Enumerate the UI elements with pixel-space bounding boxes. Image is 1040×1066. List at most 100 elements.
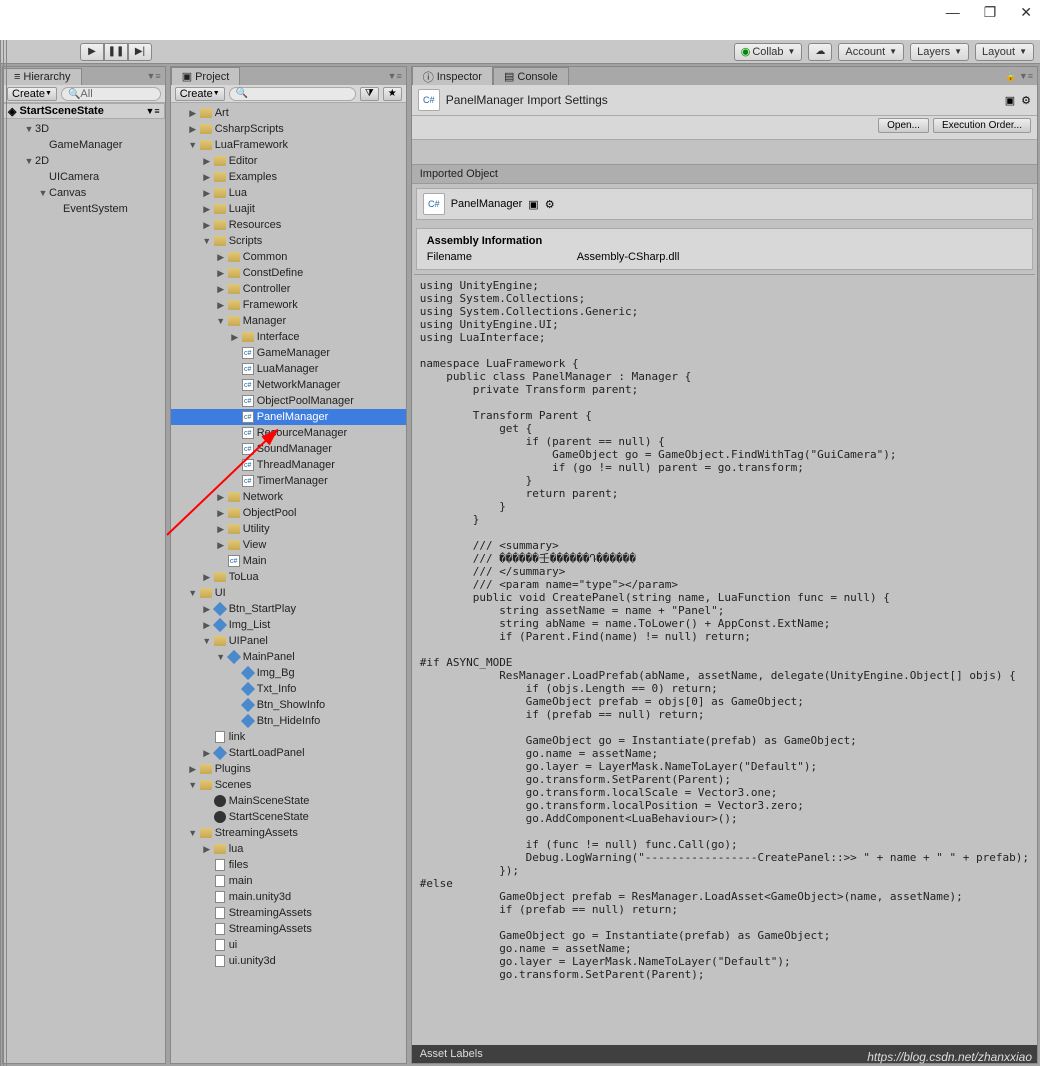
project-item[interactable]: main — [171, 873, 406, 889]
help-icon[interactable]: ▣ — [1005, 94, 1015, 107]
close-icon[interactable]: ✕ — [1020, 4, 1032, 21]
inspector-header: C# PanelManager Import Settings ▣ ⚙ — [412, 85, 1037, 116]
collab-button[interactable]: ◉Collab▼ — [734, 43, 803, 61]
project-item[interactable]: c#ThreadManager — [171, 457, 406, 473]
project-item[interactable]: ▶Framework — [171, 297, 406, 313]
project-item[interactable]: Txt_Info — [171, 681, 406, 697]
project-item[interactable]: ▼MainPanel — [171, 649, 406, 665]
project-item[interactable]: ui.unity3d — [171, 953, 406, 969]
hierarchy-tree[interactable]: ▼3DGameManager▼2DUICamera▼CanvasEventSys… — [3, 119, 165, 1063]
project-item[interactable]: ▶Common — [171, 249, 406, 265]
cloud-button[interactable]: ☁ — [808, 43, 832, 61]
hierarchy-panel: ≡Hierarchy▼≡ Create ▼ 🔍All ◈StartSceneSt… — [2, 66, 166, 1064]
play-button[interactable]: ▶ — [80, 43, 104, 61]
layers-button[interactable]: Layers▼ — [910, 43, 969, 61]
project-item[interactable]: link — [171, 729, 406, 745]
project-item[interactable]: ▶View — [171, 537, 406, 553]
project-search[interactable]: 🔍 — [229, 87, 356, 101]
project-item[interactable]: ▶Art — [171, 105, 406, 121]
hierarchy-item[interactable]: GameManager — [3, 137, 165, 153]
project-item[interactable]: ▶Controller — [171, 281, 406, 297]
project-item[interactable]: ▶Resources — [171, 217, 406, 233]
project-item[interactable]: files — [171, 857, 406, 873]
hierarchy-item[interactable]: ▼2D — [3, 153, 165, 169]
project-item[interactable]: ▶Interface — [171, 329, 406, 345]
project-item[interactable]: StreamingAssets — [171, 921, 406, 937]
project-item[interactable]: MainSceneState — [171, 793, 406, 809]
tab-hierarchy[interactable]: ≡Hierarchy — [3, 68, 82, 85]
project-item[interactable]: ▶Luajit — [171, 201, 406, 217]
account-button[interactable]: Account▼ — [838, 43, 904, 61]
project-item[interactable]: Img_Bg — [171, 665, 406, 681]
inspector-title: PanelManager Import Settings — [446, 93, 999, 107]
create-button[interactable]: Create ▼ — [7, 87, 57, 101]
project-tree[interactable]: ▶Art▶CsharpScripts▼LuaFramework▶Editor▶E… — [171, 103, 406, 1063]
project-item[interactable]: Btn_ShowInfo — [171, 697, 406, 713]
project-item[interactable]: ▶lua — [171, 841, 406, 857]
gear-icon[interactable]: ⚙ — [545, 198, 555, 211]
object-header: C# PanelManager ▣ ⚙ — [416, 188, 1033, 220]
project-item[interactable]: ▶Img_List — [171, 617, 406, 633]
project-item[interactable]: ui — [171, 937, 406, 953]
project-item[interactable]: ▶Editor — [171, 153, 406, 169]
minimize-icon[interactable]: — — [946, 4, 960, 21]
project-item[interactable]: ▶Btn_StartPlay — [171, 601, 406, 617]
hierarchy-item[interactable]: ▼3D — [3, 121, 165, 137]
object-name: PanelManager — [451, 198, 523, 210]
watermark: https://blog.csdn.net/zhanxxiao — [867, 1050, 1032, 1064]
project-item[interactable]: c#SoundManager — [171, 441, 406, 457]
project-item[interactable]: c#TimerManager — [171, 473, 406, 489]
layout-button[interactable]: Layout▼ — [975, 43, 1034, 61]
project-item[interactable]: ▼StreamingAssets — [171, 825, 406, 841]
project-item[interactable]: StartSceneState — [171, 809, 406, 825]
gear-icon[interactable]: ⚙ — [1021, 94, 1031, 107]
project-item[interactable]: ▼UIPanel — [171, 633, 406, 649]
scene-header[interactable]: ◈StartSceneState▼≡ — [3, 103, 165, 119]
project-item[interactable]: c#LuaManager — [171, 361, 406, 377]
execution-order-button[interactable]: Execution Order... — [933, 118, 1031, 133]
project-item[interactable]: ▼Scenes — [171, 777, 406, 793]
project-item[interactable]: c#GameManager — [171, 345, 406, 361]
tab-inspector[interactable]: ⓘInspector — [412, 66, 493, 87]
step-button[interactable]: ▶| — [128, 43, 152, 61]
project-item[interactable]: ▼Manager — [171, 313, 406, 329]
star-icon[interactable]: ★ — [383, 87, 402, 101]
project-panel: ▣Project▼≡ Create ▼ 🔍 ⧩ ★ ▶Art▶CsharpScr… — [170, 66, 407, 1064]
project-item[interactable]: c#PanelManager — [171, 409, 406, 425]
project-item[interactable]: c#ResourceManager — [171, 425, 406, 441]
pause-button[interactable]: ❚❚ — [104, 43, 128, 61]
maximize-icon[interactable]: ❐ — [984, 4, 997, 21]
project-item[interactable]: Btn_HideInfo — [171, 713, 406, 729]
hierarchy-item[interactable]: ▼Canvas — [3, 185, 165, 201]
project-item[interactable]: main.unity3d — [171, 889, 406, 905]
hierarchy-item[interactable]: UICamera — [3, 169, 165, 185]
create-button[interactable]: Create ▼ — [175, 87, 225, 101]
hierarchy-item[interactable]: EventSystem — [3, 201, 165, 217]
help-icon[interactable]: ▣ — [528, 198, 538, 211]
project-item[interactable]: ▶Lua — [171, 185, 406, 201]
project-item[interactable]: ▶Examples — [171, 169, 406, 185]
project-item[interactable]: ▼Scripts — [171, 233, 406, 249]
cs-icon: C# — [423, 193, 445, 215]
project-item[interactable]: c#NetworkManager — [171, 377, 406, 393]
project-item[interactable]: ▶Utility — [171, 521, 406, 537]
project-item[interactable]: ▶ToLua — [171, 569, 406, 585]
project-item[interactable]: ▶Plugins — [171, 761, 406, 777]
project-item[interactable]: ▶StartLoadPanel — [171, 745, 406, 761]
tab-project[interactable]: ▣Project — [171, 67, 241, 85]
project-item[interactable]: ▶CsharpScripts — [171, 121, 406, 137]
open-button[interactable]: Open... — [878, 118, 929, 133]
hierarchy-search[interactable]: 🔍All — [61, 87, 161, 101]
window-controls: — ❐ ✕ — [946, 4, 1032, 21]
project-item[interactable]: c#ObjectPoolManager — [171, 393, 406, 409]
filter-icon[interactable]: ⧩ — [360, 87, 379, 101]
tab-console[interactable]: ▤Console — [493, 67, 569, 85]
top-toolbar: ▶ ❚❚ ▶| ◉Collab▼ ☁ Account▼ Layers▼ Layo… — [0, 40, 1040, 64]
project-item[interactable]: ▼LuaFramework — [171, 137, 406, 153]
project-item[interactable]: ▶ObjectPool — [171, 505, 406, 521]
project-item[interactable]: ▶ConstDefine — [171, 265, 406, 281]
project-item[interactable]: ▼UI — [171, 585, 406, 601]
project-item[interactable]: StreamingAssets — [171, 905, 406, 921]
project-item[interactable]: c#Main — [171, 553, 406, 569]
project-item[interactable]: ▶Network — [171, 489, 406, 505]
